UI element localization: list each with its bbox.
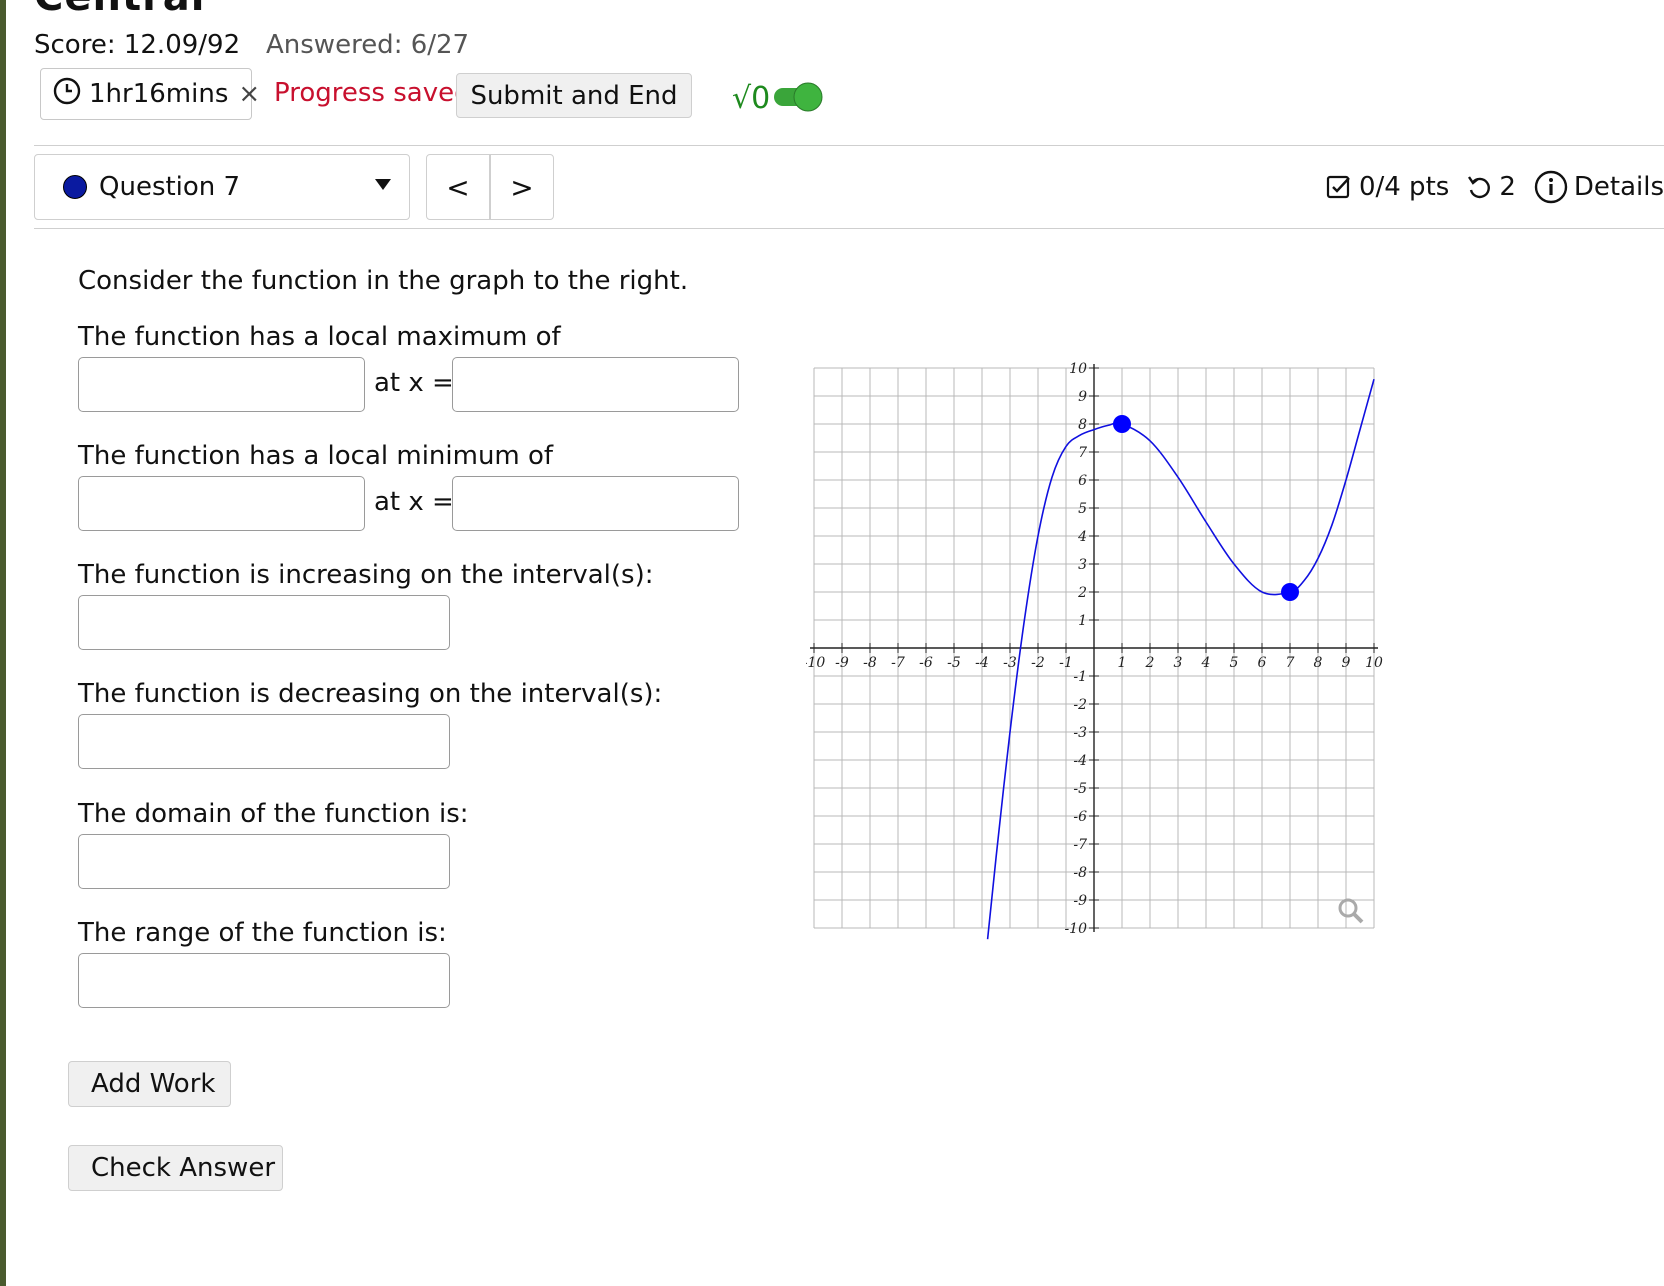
divider — [34, 145, 1664, 146]
points-text: 0/4 pts — [1358, 172, 1450, 202]
next-question-button[interactable]: > — [491, 155, 553, 219]
y-tick-label: -6 — [1073, 809, 1087, 825]
x-tick-label: -6 — [919, 655, 933, 671]
checkbox-icon — [1325, 173, 1353, 201]
answered-count: Answered: 6/27 — [266, 30, 470, 60]
increasing-prompt: The function is increasing on the interv… — [78, 560, 654, 590]
y-tick-label: 4 — [1077, 529, 1087, 545]
clock-icon — [53, 77, 81, 112]
range-prompt: The range of the function is: — [78, 918, 447, 948]
question-intro: Consider the function in the graph to th… — [78, 266, 689, 296]
divider — [34, 228, 1664, 229]
increasing-interval-input[interactable] — [78, 595, 450, 650]
progress-status: Progress saved — [274, 78, 471, 108]
math-entry-toggle[interactable]: √0 — [730, 74, 830, 118]
x-tick-label: 4 — [1201, 655, 1211, 671]
range-input[interactable] — [78, 953, 450, 1008]
y-tick-label: 2 — [1077, 585, 1087, 601]
function-graph: -10-9-8-7-6-5-4-3-2-112345678910-10-9-8-… — [806, 361, 1383, 940]
y-tick-label: 9 — [1078, 389, 1087, 405]
details-link[interactable]: Details — [1574, 172, 1664, 202]
timer-value: 1hr16mins — [89, 79, 229, 109]
zoom-icon[interactable] — [1338, 898, 1364, 924]
x-tick-label: 10 — [1365, 655, 1383, 671]
y-tick-label: 6 — [1078, 473, 1087, 489]
x-tick-label: -9 — [835, 655, 849, 671]
x-tick-label: -7 — [891, 655, 905, 671]
at-x-label: at x = — [374, 487, 454, 517]
x-tick-label: -3 — [1003, 655, 1017, 671]
x-tick-label: -8 — [863, 655, 877, 671]
y-tick-label: 10 — [1069, 361, 1087, 377]
quiz-page: Central Score: 12.09/92 Answered: 6/27 1… — [6, 0, 1664, 1286]
x-tick-label: 3 — [1174, 655, 1183, 671]
add-work-button[interactable]: Add Work — [68, 1061, 231, 1107]
x-tick-label: 5 — [1230, 655, 1239, 671]
min-prompt: The function has a local minimum of — [78, 441, 554, 471]
close-timer-icon[interactable]: × — [238, 79, 260, 109]
x-tick-label: -4 — [975, 655, 989, 671]
decreasing-prompt: The function is decreasing on the interv… — [78, 679, 663, 709]
max-x-input[interactable] — [452, 357, 739, 412]
previous-question-button[interactable]: < — [427, 155, 491, 219]
y-tick-label: -7 — [1073, 837, 1087, 853]
y-tick-label: -8 — [1073, 865, 1087, 881]
sqrt-icon: √0 — [732, 81, 770, 116]
course-title: Central — [34, 0, 206, 20]
x-tick-label: 1 — [1118, 655, 1127, 671]
timer-box: 1hr16mins × — [40, 68, 260, 120]
attempts-count: 2 — [1499, 172, 1516, 202]
retry-icon — [1465, 173, 1493, 201]
min-x-input[interactable] — [452, 476, 739, 531]
y-tick-label: -5 — [1073, 781, 1087, 797]
caret-down-icon — [375, 179, 391, 190]
x-tick-label: -2 — [1031, 655, 1045, 671]
question-status-dot — [63, 175, 87, 199]
y-tick-label: -10 — [1064, 921, 1087, 937]
y-tick-label: 1 — [1078, 613, 1087, 629]
max-value-input[interactable] — [78, 357, 365, 412]
x-tick-label: -10 — [806, 655, 825, 671]
y-tick-label: -4 — [1073, 753, 1087, 769]
y-tick-label: -1 — [1073, 669, 1087, 685]
x-tick-label: 8 — [1314, 655, 1323, 671]
question-select-label: Question 7 — [99, 172, 241, 202]
x-tick-label: 6 — [1258, 655, 1267, 671]
y-tick-label: 8 — [1078, 417, 1087, 433]
x-tick-label: -5 — [947, 655, 961, 671]
extremum-point — [1281, 583, 1299, 601]
decreasing-interval-input[interactable] — [78, 714, 450, 769]
y-tick-label: -2 — [1073, 697, 1087, 713]
y-tick-label: -9 — [1073, 893, 1087, 909]
min-value-input[interactable] — [78, 476, 365, 531]
y-tick-label: -3 — [1073, 725, 1087, 741]
y-tick-label: 5 — [1078, 501, 1087, 517]
x-tick-label: 7 — [1286, 655, 1295, 671]
y-tick-label: 3 — [1078, 557, 1087, 573]
info-icon[interactable] — [1534, 170, 1568, 204]
question-select[interactable]: Question 7 — [34, 154, 410, 220]
domain-input[interactable] — [78, 834, 450, 889]
score-text: Score: 12.09/92 — [34, 30, 241, 60]
check-answer-button[interactable]: Check Answer — [68, 1145, 283, 1191]
y-tick-label: 7 — [1078, 445, 1087, 461]
question-meta: 0/4 pts 2 Details — [1325, 170, 1664, 204]
submit-and-end-button[interactable]: Submit and End — [456, 73, 692, 118]
domain-prompt: The domain of the function is: — [78, 799, 469, 829]
x-tick-label: -1 — [1059, 655, 1073, 671]
x-tick-label: 9 — [1342, 655, 1351, 671]
x-tick-label: 2 — [1145, 655, 1155, 671]
max-prompt: The function has a local maximum of — [78, 322, 561, 352]
question-nav: < > — [426, 154, 554, 220]
extremum-point — [1113, 415, 1131, 433]
at-x-label: at x = — [374, 368, 454, 398]
